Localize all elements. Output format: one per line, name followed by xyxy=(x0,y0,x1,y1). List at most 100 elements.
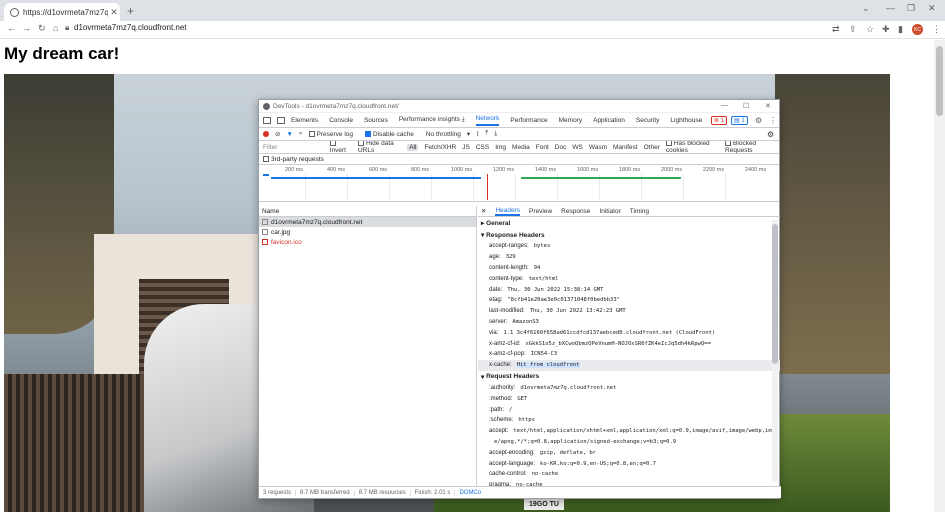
request-row-favicon[interactable]: favicon.ico xyxy=(259,237,476,247)
detail-scrollbar[interactable] xyxy=(772,220,778,482)
header-row[interactable]: :authority: d1ovrmeta7mz7q.cloudfront.net xyxy=(478,383,780,394)
settings-gear-icon[interactable]: ⚙ xyxy=(753,116,764,125)
request-row-image[interactable]: car.jpg xyxy=(259,227,476,237)
bookmark-star-icon[interactable]: ☆ xyxy=(866,24,874,35)
third-party-checkbox[interactable]: 3rd-party requests xyxy=(263,156,324,163)
tab-response[interactable]: Response xyxy=(561,208,590,215)
throttling-chevron-icon[interactable]: ▾ xyxy=(467,130,470,138)
header-row[interactable]: accept: text/html,application/xhtml+xml,a… xyxy=(478,426,780,437)
translate-icon[interactable]: ⇄ xyxy=(832,24,840,35)
header-row[interactable]: content-type: text/html xyxy=(478,273,780,284)
page-scrollbar-thumb[interactable] xyxy=(936,46,943,116)
close-tab-icon[interactable]: ✕ xyxy=(108,7,120,18)
header-row[interactable]: content-length: 94 xyxy=(478,263,780,274)
header-row[interactable]: cache-control: no-cache xyxy=(478,469,780,480)
filter-type-ws[interactable]: WS xyxy=(572,144,582,151)
address-bar[interactable]: d1ovrmeta7mz7q.cloudfront.net xyxy=(74,23,187,32)
request-name-column-header[interactable]: Name xyxy=(259,206,476,217)
header-row[interactable]: :scheme: https xyxy=(478,415,780,426)
forward-icon[interactable]: → xyxy=(22,23,31,33)
header-row[interactable]: x-amz-cf-pop: ICN54-C3 xyxy=(478,349,780,360)
record-icon[interactable] xyxy=(263,131,269,137)
browser-tab[interactable]: https://d1ovrmeta7mz7q.cloudfront ✕ xyxy=(4,3,120,21)
header-row[interactable]: last-modified: Thu, 30 Jun 2022 13:42:23 … xyxy=(478,306,780,317)
general-section[interactable]: ▸ General xyxy=(478,217,780,229)
header-row[interactable]: accept-encoding: gzip, deflate, br xyxy=(478,447,780,458)
preserve-log-checkbox[interactable]: Preserve log xyxy=(308,131,360,138)
clear-icon[interactable]: ⊘ xyxy=(275,130,280,138)
inspect-element-icon[interactable] xyxy=(263,116,271,124)
blocked-requests-checkbox[interactable]: Blocked Requests xyxy=(725,140,773,154)
side-panel-icon[interactable]: ▮ xyxy=(898,24,903,35)
devtools-more-icon[interactable]: ⋮ xyxy=(767,116,779,125)
filter-type-js[interactable]: JS xyxy=(462,144,470,151)
tab-security[interactable]: Security xyxy=(636,117,659,124)
lock-icon[interactable]: 🔒︎ xyxy=(65,23,69,33)
reload-icon[interactable]: ↻ xyxy=(38,23,46,34)
filter-type-manifest[interactable]: Manifest xyxy=(613,144,638,151)
header-row[interactable]: x-amz-cf-id: xGkkS1o5z_bXCwoQbmzOPeVnumH-… xyxy=(478,338,780,349)
hide-data-urls-checkbox[interactable]: Hide data URLs xyxy=(357,140,401,154)
devtools-minimize-button[interactable]: — xyxy=(721,102,728,109)
search-icon[interactable]: ⌕ xyxy=(299,130,303,138)
tab-console[interactable]: Console xyxy=(329,117,353,124)
throttling-select[interactable]: No throttling xyxy=(426,131,461,138)
network-conditions-icon[interactable]: ⌇ xyxy=(476,130,479,138)
invert-checkbox[interactable]: Invert xyxy=(329,140,352,154)
message-badge[interactable]: ▤ 1 xyxy=(731,116,748,125)
header-row[interactable]: accept-language: ko-KR,ko;q=0.9,en-US;q=0… xyxy=(478,458,780,469)
header-row[interactable]: via: 1.1 3c4f6160f658ad61ccdfcd137aebced0… xyxy=(478,327,780,338)
filter-type-wasm[interactable]: Wasm xyxy=(589,144,607,151)
tab-initiator[interactable]: Initiator xyxy=(599,208,620,215)
filter-input[interactable]: Filter xyxy=(263,144,324,151)
tab-search-icon[interactable]: ⌄ xyxy=(862,3,870,14)
tab-lighthouse[interactable]: Lighthouse xyxy=(670,117,702,124)
close-detail-icon[interactable]: ✕ xyxy=(481,207,486,215)
filter-type-css[interactable]: CSS xyxy=(476,144,489,151)
filter-type-img[interactable]: Img xyxy=(495,144,506,151)
request-headers-section[interactable]: ▾ Request Headers xyxy=(478,371,780,383)
header-row[interactable]: e/apng,*/*;q=0.8,application/signed-exch… xyxy=(478,437,780,448)
close-window-button[interactable]: ✕ xyxy=(928,3,936,14)
has-blocked-cookies-checkbox[interactable]: Has blocked cookies xyxy=(665,140,719,154)
new-tab-button[interactable]: + xyxy=(127,4,134,18)
request-row-document[interactable]: d1ovrmeta7mz7q.cloudfront.net xyxy=(259,217,476,227)
tab-performance[interactable]: Performance xyxy=(510,117,547,124)
tab-headers[interactable]: Headers xyxy=(495,207,521,216)
devtools-maximize-button[interactable]: ☐ xyxy=(743,102,749,110)
home-icon[interactable]: ⌂ xyxy=(53,23,58,33)
devtools-close-button[interactable]: ✕ xyxy=(765,102,771,110)
header-row[interactable]: etag: "8cfb41e20ae3e0c01371048f0bedbb33" xyxy=(478,295,780,306)
page-scrollbar[interactable] xyxy=(934,40,945,512)
restore-button[interactable]: ❐ xyxy=(907,3,915,14)
header-row[interactable]: accept-ranges: bytes xyxy=(478,241,780,252)
share-icon[interactable]: ⇪ xyxy=(849,24,857,35)
tab-timing[interactable]: Timing xyxy=(630,208,649,215)
header-row[interactable]: age: 329 xyxy=(478,252,780,263)
minimize-button[interactable]: — xyxy=(886,3,895,13)
avatar[interactable]: KC xyxy=(912,24,923,35)
header-row[interactable]: server: AmazonS3 xyxy=(478,317,780,328)
detail-scrollbar-thumb[interactable] xyxy=(772,224,778,364)
header-row[interactable]: x-cache: Hit from cloudfront xyxy=(478,359,780,371)
filter-type-doc[interactable]: Doc xyxy=(555,144,567,151)
disable-cache-checkbox[interactable]: Disable cache xyxy=(365,131,420,138)
tab-application[interactable]: Application xyxy=(593,117,625,124)
back-icon[interactable]: ← xyxy=(7,23,16,33)
menu-kebab-icon[interactable]: ⋮ xyxy=(932,24,941,35)
tab-performance-insights[interactable]: Performance insights ⤓ xyxy=(399,116,465,124)
filter-type-font[interactable]: Font xyxy=(536,144,549,151)
network-overview-timeline[interactable]: 200 ms 400 ms 600 ms 800 ms 1000 ms 1200… xyxy=(259,165,779,202)
import-har-icon[interactable]: ⤒ xyxy=(485,130,488,138)
tab-memory[interactable]: Memory xyxy=(559,117,582,124)
filter-type-media[interactable]: Media xyxy=(512,144,530,151)
tab-elements[interactable]: Elements xyxy=(291,117,318,124)
filter-type-all[interactable]: All xyxy=(407,143,419,151)
export-har-icon[interactable]: ⤓ xyxy=(494,130,497,138)
filter-funnel-icon[interactable]: ▼ xyxy=(286,131,292,138)
device-toolbar-icon[interactable] xyxy=(277,116,285,124)
filter-type-other[interactable]: Other xyxy=(644,144,660,151)
header-row[interactable]: :method: GET xyxy=(478,393,780,404)
filter-type-fetch-xhr[interactable]: Fetch/XHR xyxy=(424,144,456,151)
header-row[interactable]: :path: / xyxy=(478,404,780,415)
